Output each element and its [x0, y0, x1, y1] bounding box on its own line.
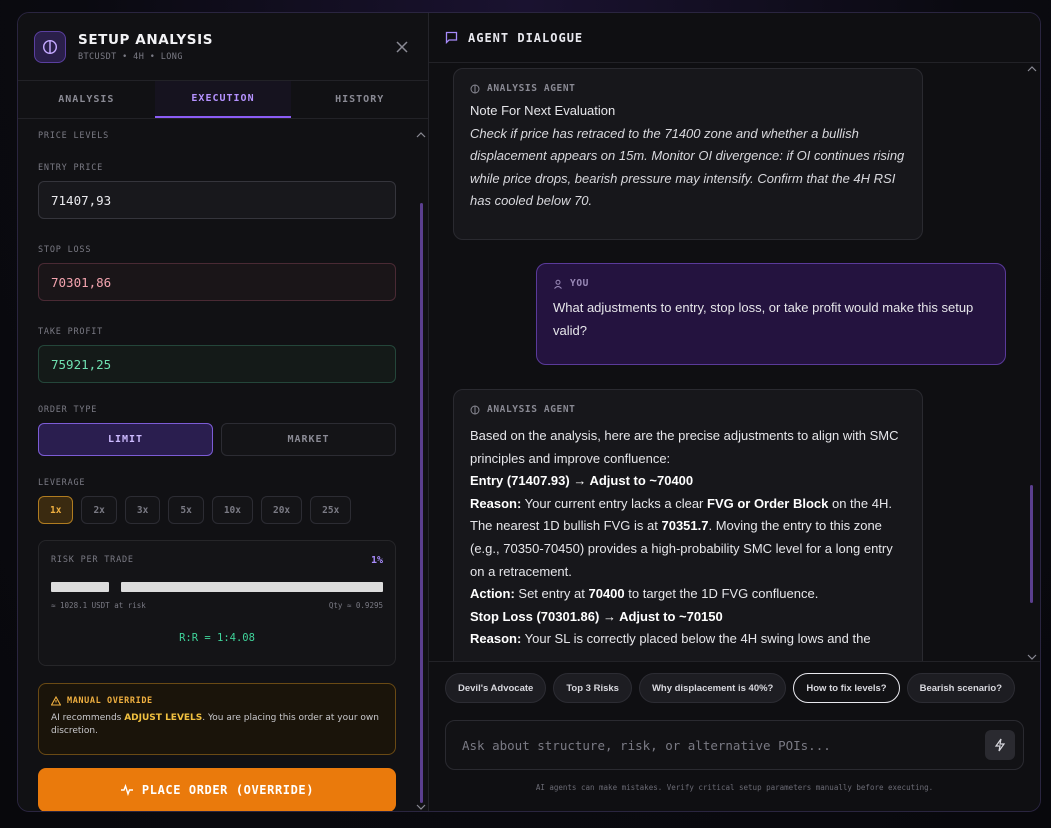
- user-name: YOU: [570, 278, 589, 289]
- risk-percent: 1%: [370, 555, 383, 566]
- scroll-up-icon[interactable]: [1027, 65, 1037, 73]
- risk-slider[interactable]: [51, 582, 383, 592]
- leverage-25x-button[interactable]: 25x: [310, 496, 352, 524]
- tab-history[interactable]: HISTORY: [291, 81, 428, 118]
- leverage-1x-button[interactable]: 1x: [38, 496, 74, 524]
- order-type-label: ORDER TYPE: [38, 405, 98, 415]
- chat-history: ANALYSIS AGENT Note For Next Evaluation …: [429, 64, 1024, 662]
- stop-loss-input[interactable]: 70301,86: [38, 263, 396, 301]
- user-question: What adjustments to entry, stop loss, or…: [553, 300, 974, 338]
- suggestion-chips: Devil's Advocate Top 3 Risks Why displac…: [445, 673, 1015, 703]
- agent-answer: Based on the analysis, here are the prec…: [470, 428, 899, 647]
- panel-tabs: ANALYSIS EXECUTION HISTORY: [18, 81, 428, 119]
- panel-title: SETUP ANALYSIS: [78, 31, 214, 48]
- take-profit-input[interactable]: 75921,25: [38, 345, 396, 383]
- risk-card: RISK PER TRADE 1% ≈ 1028.1 USDT at risk …: [38, 540, 396, 666]
- risk-reward-ratio: R:R = 1:4.08: [179, 632, 255, 644]
- stop-loss-label: STOP LOSS: [38, 245, 92, 255]
- brain-icon: [470, 405, 480, 414]
- chat-input-box: [445, 720, 1024, 770]
- tab-analysis[interactable]: ANALYSIS: [18, 81, 155, 118]
- entry-price-label: ENTRY PRICE: [38, 163, 104, 173]
- leverage-2x-button[interactable]: 2x: [81, 496, 117, 524]
- app-window: SETUP ANALYSIS BTCUSDT • 4H • LONG ANALY…: [17, 12, 1041, 812]
- chip-bearish-scenario[interactable]: Bearish scenario?: [906, 673, 1015, 703]
- risk-amount: ≈ 1028.1 USDT at risk: [51, 601, 146, 610]
- user-icon: [554, 279, 562, 289]
- chip-why-displacement[interactable]: Why displacement is 40%?: [638, 673, 787, 703]
- chip-devils-advocate[interactable]: Devil's Advocate: [445, 673, 547, 703]
- close-icon[interactable]: [392, 37, 412, 57]
- tab-execution[interactable]: EXECUTION: [154, 81, 292, 118]
- note-heading: Note For Next Evaluation: [470, 103, 616, 118]
- user-message: YOU What adjustments to entry, stop loss…: [536, 263, 1006, 365]
- limit-button[interactable]: LIMIT: [38, 423, 213, 456]
- leverage-label: LEVERAGE: [38, 478, 86, 488]
- leverage-5x-button[interactable]: 5x: [168, 496, 204, 524]
- brain-icon: [470, 84, 480, 93]
- dialogue-title: AGENT DIALOGUE: [468, 30, 584, 45]
- execution-form: PRICE LEVELS ENTRY PRICE 71407,93 STOP L…: [18, 120, 416, 811]
- order-type-selector: LIMIT MARKET: [38, 423, 396, 456]
- leverage-10x-button[interactable]: 10x: [211, 496, 253, 524]
- pulse-icon: [120, 783, 133, 797]
- divider: [429, 661, 1040, 662]
- left-scrollbar[interactable]: [420, 203, 423, 803]
- chip-how-to-fix-levels[interactable]: How to fix levels?: [793, 673, 900, 703]
- leverage-3x-button[interactable]: 3x: [124, 496, 161, 524]
- setup-analysis-panel: SETUP ANALYSIS BTCUSDT • 4H • LONG ANALY…: [18, 13, 429, 811]
- scroll-up-icon[interactable]: [416, 131, 426, 139]
- scroll-down-icon[interactable]: [1027, 653, 1037, 661]
- override-title: MANUAL OVERRIDE: [67, 696, 153, 706]
- price-levels-label: PRICE LEVELS: [38, 131, 110, 141]
- risk-bar-left: [51, 582, 109, 592]
- take-profit-label: TAKE PROFIT: [38, 327, 104, 337]
- place-order-label: PLACE ORDER (OVERRIDE): [141, 783, 315, 797]
- scroll-down-icon[interactable]: [416, 803, 426, 811]
- send-button[interactable]: [985, 730, 1015, 760]
- entry-price-input[interactable]: 71407,93: [38, 181, 396, 219]
- risk-per-trade-label: RISK PER TRADE: [51, 555, 134, 565]
- panel-subtitle: BTCUSDT • 4H • LONG: [78, 51, 183, 62]
- quantity: Qty ≈ 0.9295: [328, 601, 383, 610]
- brain-icon: [34, 30, 66, 63]
- override-text: AI recommends ADJUST LEVELS. You are pla…: [51, 713, 379, 736]
- lightning-icon: [994, 738, 1006, 752]
- agent-name: ANALYSIS AGENT: [487, 404, 576, 415]
- chat-scrollbar[interactable]: [1030, 485, 1033, 603]
- leverage-selector: 1x 2x 3x 5x 10x 20x 25x: [38, 496, 396, 524]
- risk-bar-right: [121, 582, 383, 592]
- dialogue-header: AGENT DIALOGUE: [429, 13, 1040, 63]
- agent-message: ANALYSIS AGENT Based on the analysis, he…: [453, 389, 923, 662]
- panel-header: SETUP ANALYSIS BTCUSDT • 4H • LONG: [18, 13, 428, 81]
- place-order-button[interactable]: PLACE ORDER (OVERRIDE): [38, 768, 396, 811]
- adjust-levels-text: ADJUST LEVELS: [124, 713, 203, 723]
- chat-icon: [445, 31, 458, 44]
- disclaimer: AI agents can make mistakes. Verify crit…: [535, 783, 934, 792]
- market-button[interactable]: MARKET: [221, 423, 396, 456]
- note-body: Check if price has retraced to the 71400…: [470, 125, 905, 209]
- agent-name: ANALYSIS AGENT: [487, 83, 576, 94]
- leverage-20x-button[interactable]: 20x: [260, 496, 303, 524]
- manual-override-warning: MANUAL OVERRIDE AI recommends ADJUST LEV…: [38, 683, 396, 755]
- chat-input[interactable]: [462, 737, 985, 753]
- warning-icon: [51, 696, 61, 706]
- agent-dialogue-panel: AGENT DIALOGUE ANALYSIS AGENT Note For N…: [429, 13, 1040, 811]
- chip-top-3-risks[interactable]: Top 3 Risks: [553, 673, 632, 703]
- agent-message: ANALYSIS AGENT Note For Next Evaluation …: [453, 68, 923, 240]
